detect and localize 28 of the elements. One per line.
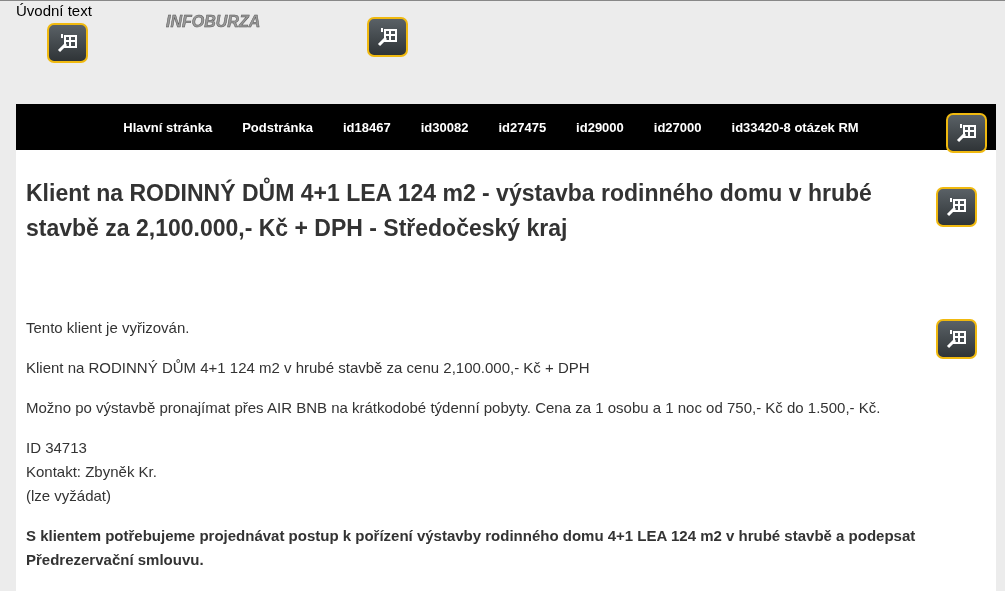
wrench-grid-icon (56, 33, 79, 53)
edit-button[interactable] (936, 187, 977, 227)
site-logo: INFOBURZA (166, 13, 261, 31)
paragraph-line: Tento klient je vyřizován. (26, 318, 191, 338)
wrench-grid-icon (376, 27, 399, 47)
nav-link[interactable]: Hlavní stránka (123, 119, 213, 135)
intro-text: Úvodní text (16, 2, 92, 20)
article-title: Klient na RODINNÝ DŮM 4+1 LEA 124 m2 - výstavba rodinného domu v hrubé stavbě za 2,100.000,- Kč + DPH - Středočeský kraj (26, 176, 910, 246)
paragraph-line: Kontakt: Zbyněk Kr. (26, 462, 158, 482)
wrench-grid-icon (945, 329, 968, 349)
edit-button[interactable] (936, 319, 977, 359)
edit-button[interactable] (367, 17, 408, 57)
nav-link[interactable]: id18467 (343, 119, 391, 135)
paragraph-line: (lze vyžádat) (26, 486, 113, 506)
paragraph-line: Klient na RODINNÝ DŮM 4+1 124 m2 v hrubé stavbě za cenu 2,100.000,- Kč + DPH (26, 358, 591, 378)
nav-link[interactable]: id27475 (498, 119, 547, 135)
nav-link[interactable]: id30082 (420, 119, 469, 135)
nav-link[interactable]: id29000 (576, 119, 624, 135)
paragraph-line: Možno po výstavbě pronajímat přes AIR BNB na krátkodobé týdenní pobyty. Cena za 1 osobu a 1 noc od 750,- Kč do 1.500,- Kč. (26, 398, 882, 418)
edit-button[interactable] (946, 113, 987, 153)
wrench-grid-icon (945, 197, 968, 217)
paragraph-line: ID 34713 (26, 438, 88, 458)
nav-link[interactable]: id33420-8 otázek RM (731, 119, 859, 135)
edit-button[interactable] (47, 23, 88, 63)
nav-link[interactable]: Podstránka (242, 119, 313, 135)
nav-link[interactable]: id27000 (653, 119, 702, 135)
wrench-grid-icon (955, 123, 978, 143)
bold-paragraph: S klientem potřebujeme projednávat postup k pořízení výstavby rodinného domu 4+1 LEA 124 m2 v hrubé stavbě a podepsat Předrezervační smlouvu. (26, 526, 917, 570)
